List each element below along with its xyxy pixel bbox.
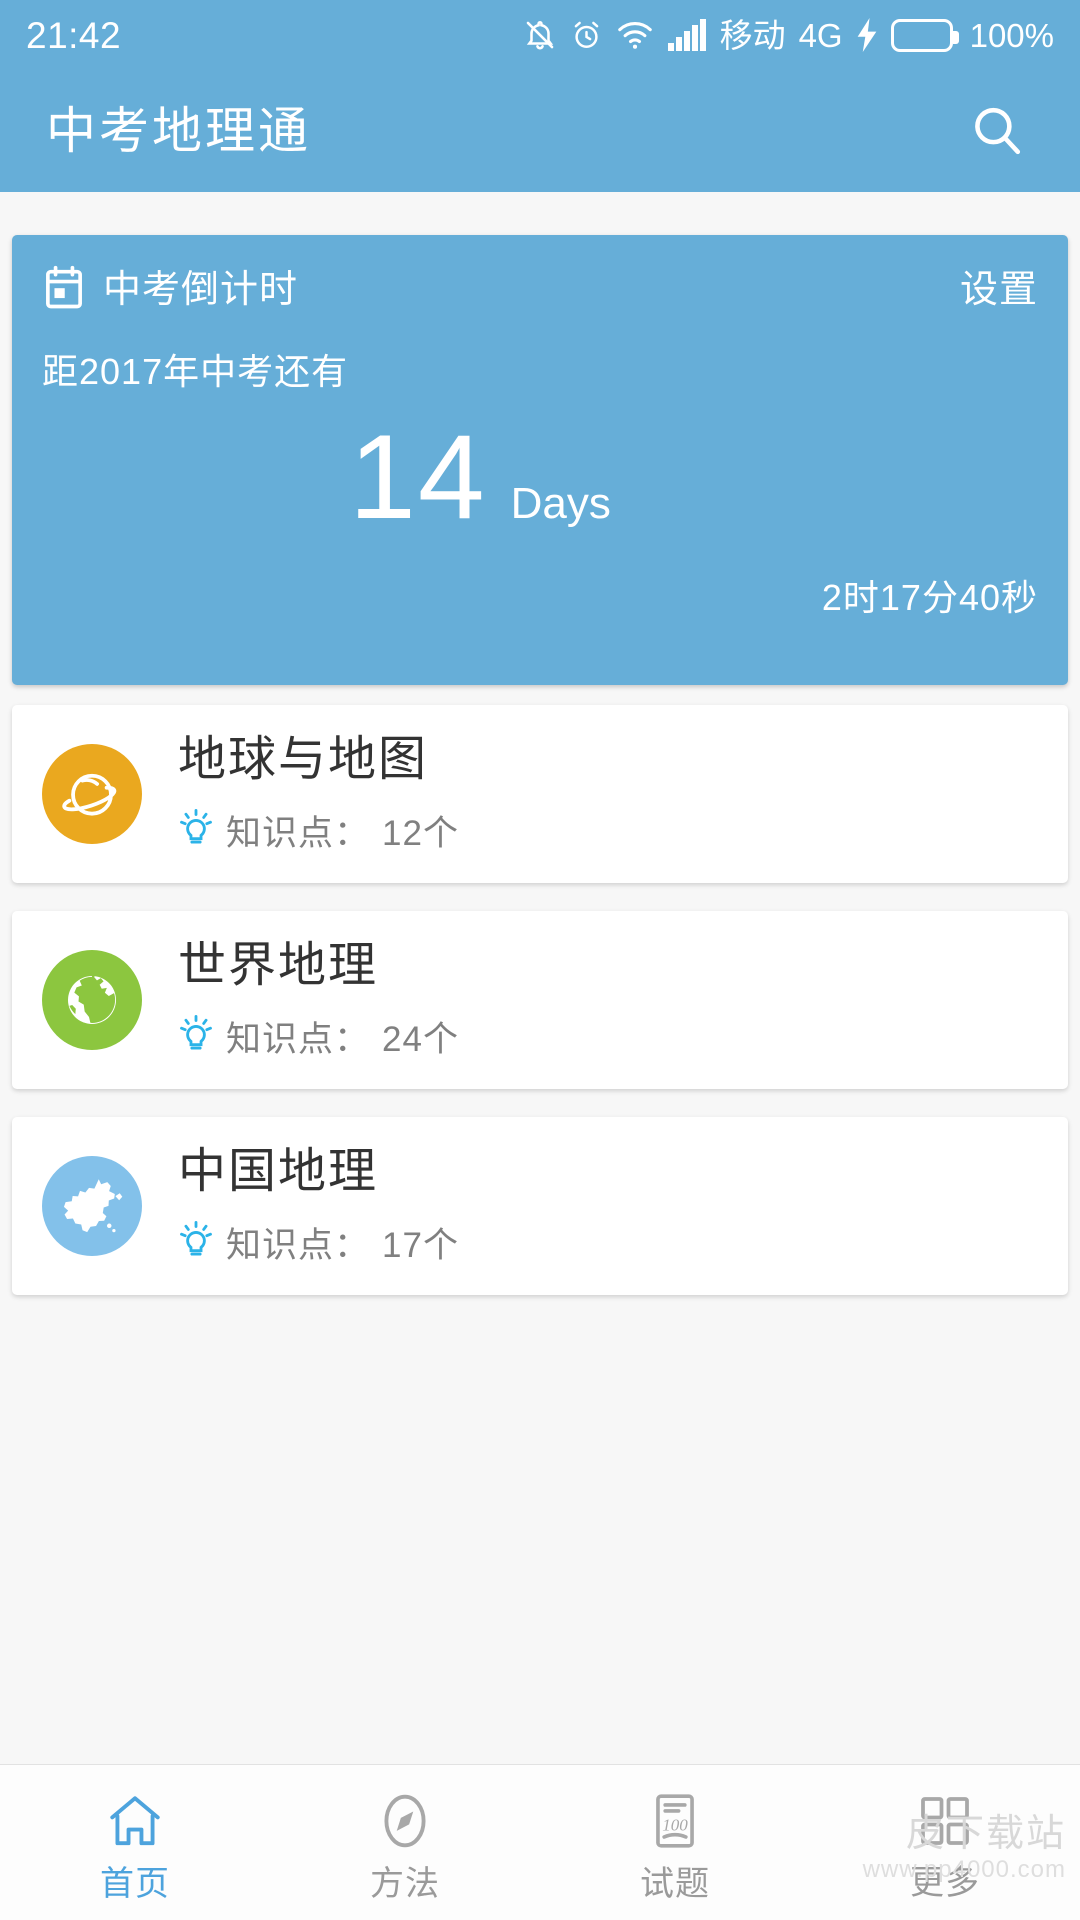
subject-title: 地球与地图 xyxy=(178,732,429,786)
subject-card-earth-and-map[interactable]: 地球与地图 知识点： 12个 xyxy=(12,705,1068,883)
lightbulb-icon xyxy=(178,808,214,853)
bell-mute-icon xyxy=(523,17,557,53)
status-time: 21:42 xyxy=(26,14,122,56)
subject-meta: 知识点： 17个 xyxy=(178,1217,459,1268)
nav-item-methods[interactable]: 方法 xyxy=(270,1765,540,1920)
calendar-icon xyxy=(42,265,86,316)
nav-label-more: 更多 xyxy=(910,1864,980,1902)
nav-item-more[interactable]: 更多 xyxy=(810,1765,1080,1920)
china-map-icon xyxy=(42,1156,142,1256)
countdown-title: 中考倒计时 xyxy=(103,269,299,311)
signal-bars-icon xyxy=(667,18,707,52)
lightbulb-icon xyxy=(178,1014,214,1059)
subject-meta-value: 24个 xyxy=(382,1020,459,1060)
subject-card-body: 地球与地图 知识点： 12个 xyxy=(178,732,459,856)
nav-label-home: 首页 xyxy=(100,1865,170,1903)
subject-meta-label: 知识点： xyxy=(226,1020,371,1060)
alarm-clock-icon xyxy=(570,18,603,53)
subject-card-china-geography[interactable]: 中国地理 知识点： 17个 xyxy=(12,1117,1068,1295)
subject-meta-value: 12个 xyxy=(382,814,459,854)
wifi-icon xyxy=(616,19,654,51)
status-icons: 移动 4G 100% xyxy=(523,17,1054,53)
grid-apps-icon xyxy=(915,1791,975,1856)
page-title: 中考地理通 xyxy=(46,103,311,159)
countdown-settings-button[interactable]: 设置 xyxy=(960,271,1038,309)
countdown-time-remaining: 2时17分40秒 xyxy=(821,577,1038,618)
bottom-navigation: 首页 方法 100 试题 更多 xyxy=(0,1764,1080,1920)
subject-meta-value: 17个 xyxy=(382,1226,459,1266)
countdown-days-value: 14 xyxy=(349,410,487,544)
subject-title: 世界地理 xyxy=(178,938,379,992)
subject-card-world-geography[interactable]: 世界地理 知识点： 24个 xyxy=(12,911,1068,1089)
search-icon[interactable] xyxy=(960,94,1034,168)
subject-meta: 知识点： 12个 xyxy=(178,805,459,856)
countdown-days-row: 14 Days xyxy=(42,417,1038,537)
carrier-label: 移动 xyxy=(719,16,786,54)
nav-item-exam[interactable]: 100 试题 xyxy=(540,1765,810,1920)
main-content: 中考倒计时 设置 距2017年中考还有 14 Days 2时17分40秒 地球与… xyxy=(0,192,1080,1764)
svg-text:100: 100 xyxy=(662,1815,688,1834)
app-bar: 中考地理通 xyxy=(0,70,1080,192)
nav-item-home[interactable]: 首页 xyxy=(0,1765,270,1920)
lightbulb-icon xyxy=(178,1220,214,1265)
home-icon xyxy=(104,1790,166,1857)
planet-icon xyxy=(42,744,142,844)
nav-label-methods: 方法 xyxy=(370,1865,440,1903)
compass-icon xyxy=(374,1790,436,1857)
exam-paper-100-icon: 100 xyxy=(644,1790,706,1857)
countdown-header-left: 中考倒计时 xyxy=(42,265,298,316)
countdown-subtitle: 距2017年中考还有 xyxy=(42,351,349,392)
subject-meta: 知识点： 24个 xyxy=(178,1011,459,1062)
subject-card-body: 世界地理 知识点： 24个 xyxy=(178,938,459,1062)
subject-meta-label: 知识点： xyxy=(226,814,371,854)
subject-card-body: 中国地理 知识点： 17个 xyxy=(178,1144,459,1268)
countdown-card[interactable]: 中考倒计时 设置 距2017年中考还有 14 Days 2时17分40秒 xyxy=(12,235,1068,685)
subject-title: 中国地理 xyxy=(178,1144,379,1198)
network-type-label: 4G xyxy=(798,16,843,54)
globe-icon xyxy=(42,950,142,1050)
app-screen: 21:42 移动 4G 100% 中考地理通 中考倒计时 设置 距2017年中考… xyxy=(0,0,1080,1920)
app-bar-actions xyxy=(960,94,1034,168)
nav-label-exam: 试题 xyxy=(640,1865,710,1903)
battery-icon xyxy=(890,18,959,52)
countdown-days-unit: Days xyxy=(510,479,611,528)
countdown-header: 中考倒计时 设置 xyxy=(42,259,1038,321)
battery-percent-label: 100% xyxy=(969,16,1054,54)
status-bar: 21:42 移动 4G 100% xyxy=(0,0,1080,70)
charging-bolt-icon xyxy=(856,18,878,52)
subject-meta-label: 知识点： xyxy=(226,1226,371,1266)
